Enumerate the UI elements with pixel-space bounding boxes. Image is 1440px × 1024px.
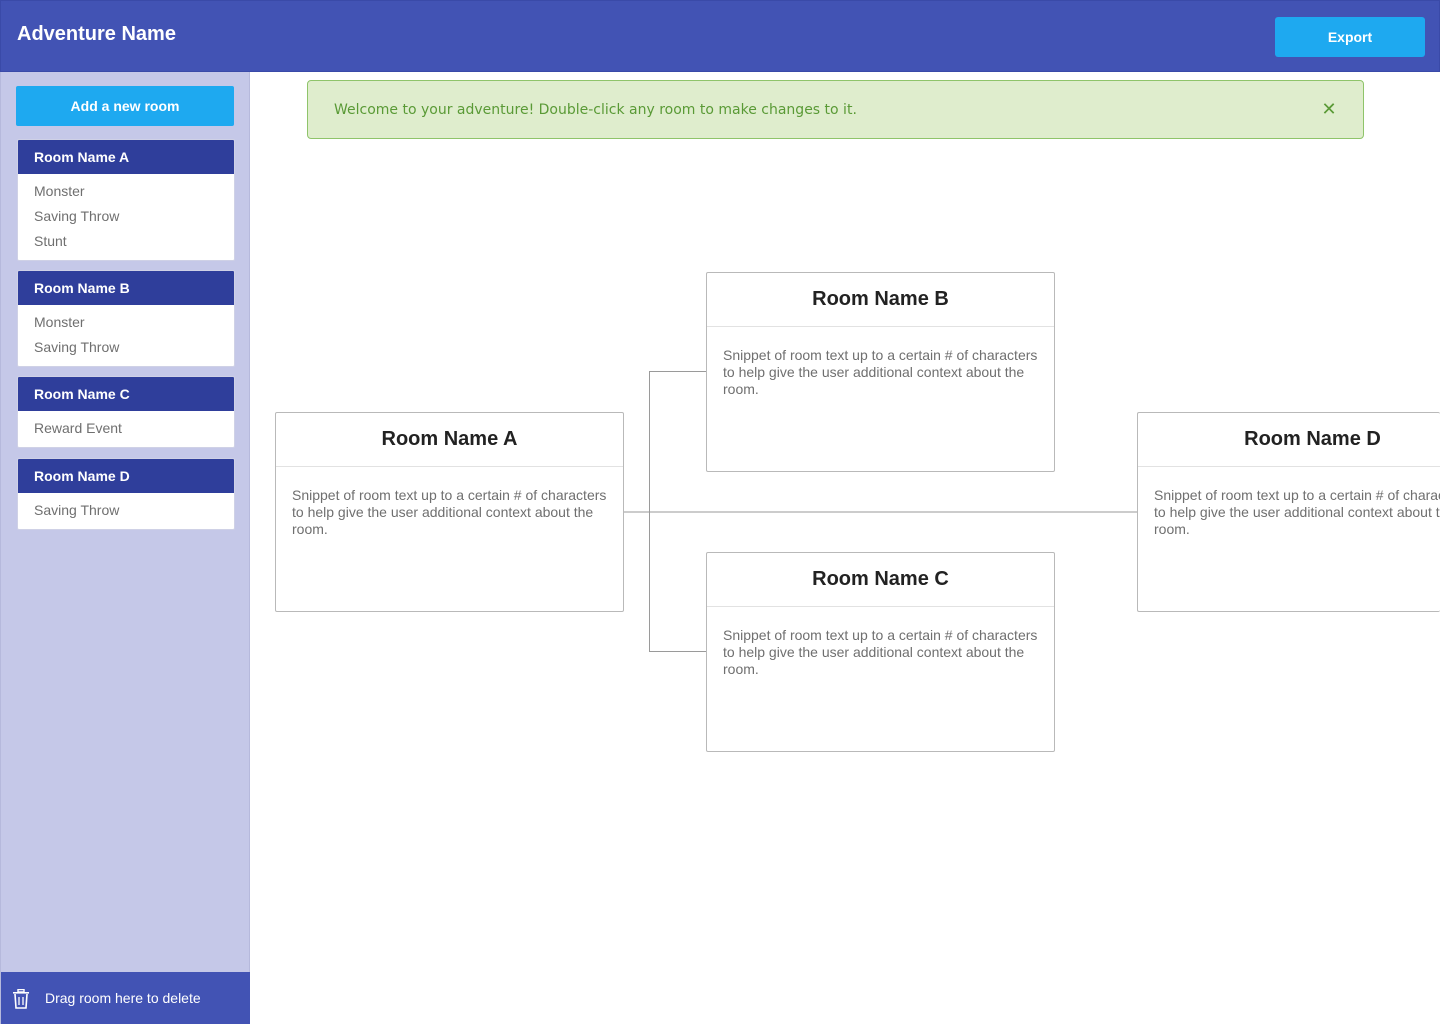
room-event-item: Stunt	[34, 232, 67, 249]
room-node-title: Room Name C	[707, 553, 1054, 607]
alert-message: Welcome to your adventure! Double-click …	[334, 102, 857, 118]
room-event-item: Saving Throw	[34, 501, 120, 518]
trash-icon	[13, 989, 29, 1009]
sidebar-room-name: Room Name C	[18, 377, 234, 411]
room-node[interactable]: Room Name B Snippet of room text up to a…	[706, 272, 1055, 472]
room-node-snippet: Snippet of room text up to a certain # o…	[292, 487, 607, 537]
export-button[interactable]: Export	[1275, 17, 1425, 57]
sidebar-room-card[interactable]: Room Name D Saving Throw	[17, 458, 235, 530]
welcome-alert: Welcome to your adventure! Double-click …	[307, 80, 1364, 139]
room-event-item: Monster	[34, 313, 85, 330]
room-node-title: Room Name B	[707, 273, 1054, 327]
room-node[interactable]: Room Name C Snippet of room text up to a…	[706, 552, 1055, 752]
room-event-item: Saving Throw	[34, 338, 120, 355]
room-node[interactable]: Room Name A Snippet of room text up to a…	[275, 412, 624, 612]
delete-zone-label: Drag room here to delete	[45, 990, 201, 1006]
add-room-button[interactable]: Add a new room	[16, 86, 234, 126]
room-node-snippet: Snippet of room text up to a certain # o…	[723, 627, 1038, 677]
sidebar-room-name: Room Name D	[18, 459, 234, 493]
room-event-item: Saving Throw	[34, 207, 120, 224]
sidebar-room-name: Room Name A	[18, 140, 234, 174]
sidebar-room-name: Room Name B	[18, 271, 234, 305]
sidebar-room-card[interactable]: Room Name A Monster Saving Throw Stunt	[17, 139, 235, 261]
room-node-snippet: Snippet of room text up to a certain # o…	[1154, 487, 1440, 537]
sidebar-room-card[interactable]: Room Name C Reward Event	[17, 376, 235, 448]
room-event-item: Reward Event	[34, 419, 122, 436]
room-sidebar: Add a new room Room Name A Monster Savin…	[0, 72, 250, 1024]
sidebar-room-card[interactable]: Room Name B Monster Saving Throw	[17, 270, 235, 367]
close-icon[interactable]: ✕	[1318, 99, 1340, 121]
adventure-title: Adventure Name	[17, 23, 176, 45]
room-event-item: Monster	[34, 182, 85, 199]
delete-drop-zone[interactable]: Drag room here to delete	[1, 972, 250, 1024]
room-node-snippet: Snippet of room text up to a certain # o…	[723, 347, 1038, 397]
room-node[interactable]: Room Name D Snippet of room text up to a…	[1137, 412, 1440, 612]
room-node-title: Room Name D	[1138, 413, 1440, 467]
app-header: Adventure Name Export	[0, 0, 1440, 72]
room-node-title: Room Name A	[276, 413, 623, 467]
